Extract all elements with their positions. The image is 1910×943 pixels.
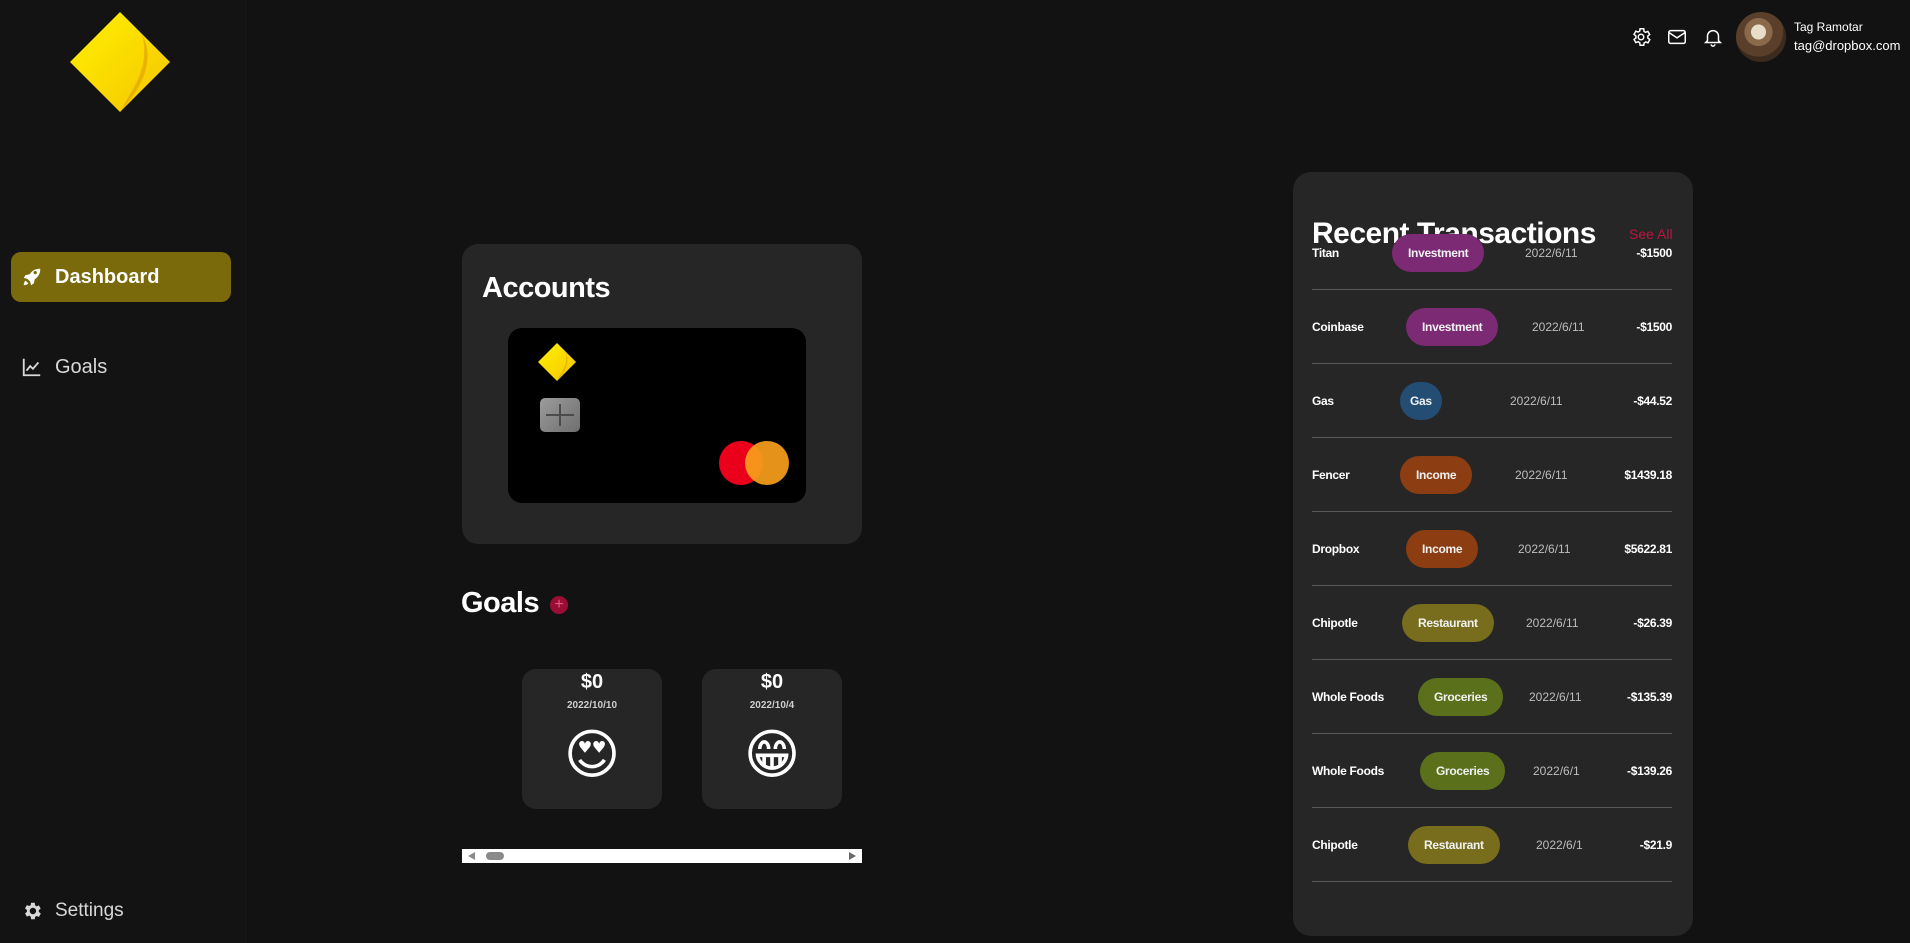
transaction-row[interactable]: Coinbase Investment 2022/6/11 -$1500 [1312, 290, 1672, 364]
settings-button[interactable] [1628, 24, 1654, 50]
category-badge: Restaurant [1402, 604, 1494, 642]
gear-icon [25, 902, 41, 920]
transactions-panel: Recent Transactions See All Titan Investm… [1293, 172, 1693, 936]
transaction-row[interactable]: Fencer Income 2022/6/11 $1439.18 [1312, 438, 1672, 512]
transaction-name: Chipotle [1312, 616, 1358, 630]
sidebar: Dashboard Goals Settings [0, 0, 246, 943]
user-name: Tag Ramotar [1794, 20, 1863, 34]
user-email: tag@dropbox.com [1794, 38, 1901, 53]
chart-line-icon [22, 358, 41, 377]
goal-card[interactable]: $0 2022/10/4 😁 [702, 669, 842, 809]
category-badge: Income [1406, 530, 1479, 568]
sidebar-item-label: Goals [55, 355, 108, 378]
transaction-date: 2022/6/1 [1536, 838, 1583, 852]
goal-date: 2022/10/10 [566, 700, 618, 711]
scroll-thumb[interactable] [486, 852, 504, 860]
transaction-amount: -$1500 [1636, 320, 1672, 334]
transaction-row[interactable]: Titan Investment 2022/6/11 -$1500 [1312, 216, 1672, 290]
category-badge: Groceries [1418, 678, 1504, 716]
transaction-date: 2022/6/11 [1532, 320, 1585, 334]
transaction-name: Gas [1312, 394, 1334, 408]
transaction-date: 2022/6/11 [1510, 394, 1563, 408]
transaction-amount: -$44.52 [1633, 394, 1672, 408]
transaction-amount: -$1500 [1636, 246, 1672, 260]
transaction-date: 2022/6/11 [1515, 468, 1568, 482]
add-goal-button[interactable]: + [550, 596, 568, 614]
card-chip-icon [540, 398, 580, 432]
transaction-date: 2022/6/11 [1529, 690, 1582, 704]
category-badge: Restaurant [1408, 826, 1500, 864]
transaction-name: Dropbox [1312, 542, 1360, 556]
category-badge: Investment [1392, 234, 1485, 272]
transaction-amount: -$26.39 [1633, 616, 1672, 630]
transaction-date: 2022/6/1 [1533, 764, 1580, 778]
transaction-row[interactable]: Dropbox Income 2022/6/11 $5622.81 [1312, 512, 1672, 586]
accounts-title: Accounts [482, 272, 611, 304]
transaction-name: Chipotle [1312, 838, 1358, 852]
transaction-name: Fencer [1312, 468, 1350, 482]
bank-card[interactable] [508, 328, 806, 503]
messages-button[interactable] [1664, 24, 1690, 50]
transaction-name: Titan [1312, 246, 1339, 260]
rocket-icon [23, 268, 41, 286]
sidebar-item-label: Settings [55, 900, 124, 921]
topbar-actions [1628, 24, 1726, 50]
transaction-date: 2022/6/11 [1525, 246, 1578, 260]
transaction-date: 2022/6/11 [1518, 542, 1571, 556]
transaction-date: 2022/6/11 [1526, 616, 1579, 630]
accounts-panel: Accounts [462, 244, 862, 544]
transaction-name: Whole Foods [1312, 690, 1385, 704]
transaction-row[interactable]: Whole Foods Groceries 2022/6/1 -$139.26 [1312, 734, 1672, 808]
transaction-name: Coinbase [1312, 320, 1364, 334]
goal-card[interactable]: $0 2022/10/10 😍 [522, 669, 662, 809]
transaction-row[interactable]: Whole Foods Groceries 2022/6/11 -$135.39 [1312, 660, 1672, 734]
transaction-name: Whole Foods [1312, 764, 1385, 778]
sidebar-item-dashboard[interactable]: Dashboard [11, 252, 231, 302]
bell-icon [1703, 29, 1723, 47]
mastercard-icon-right [745, 441, 789, 485]
grinning-face-icon: 😁 [743, 725, 801, 785]
category-badge: Income [1400, 456, 1473, 494]
goal-amount: $0 [760, 671, 784, 693]
transaction-amount: $1439.18 [1624, 468, 1672, 482]
transaction-row[interactable]: Chipotle Restaurant 2022/6/1 -$21.9 [1312, 808, 1672, 882]
transaction-amount: -$135.39 [1627, 690, 1672, 704]
scroll-right-icon[interactable] [849, 852, 856, 860]
gear-icon [1633, 28, 1651, 46]
category-badge: Gas [1400, 382, 1442, 420]
sidebar-item-goals[interactable]: Goals [11, 342, 231, 392]
mail-icon [1668, 29, 1686, 45]
goals-title: Goals [461, 587, 540, 619]
goal-date: 2022/10/4 [749, 700, 795, 711]
scroll-left-icon[interactable] [468, 852, 475, 860]
goal-amount: $0 [580, 671, 604, 693]
transaction-row[interactable]: Gas Gas 2022/6/11 -$44.52 [1312, 364, 1672, 438]
logo-icon [538, 343, 576, 381]
avatar[interactable] [1736, 12, 1786, 62]
goals-scrollbar[interactable] [462, 849, 862, 863]
category-badge: Investment [1406, 308, 1499, 346]
notifications-button[interactable] [1700, 24, 1726, 50]
sidebar-item-label: Dashboard [55, 265, 160, 288]
transaction-row[interactable]: Chipotle Restaurant 2022/6/11 -$26.39 [1312, 586, 1672, 660]
transaction-amount: -$21.9 [1639, 838, 1673, 852]
logo-icon[interactable] [70, 12, 170, 112]
transaction-amount: $5622.81 [1624, 542, 1672, 556]
transaction-amount: -$139.26 [1627, 764, 1672, 778]
category-badge: Groceries [1420, 752, 1506, 790]
sidebar-item-settings[interactable]: Settings [11, 886, 231, 936]
heart-eyes-icon: 😍 [563, 725, 621, 785]
